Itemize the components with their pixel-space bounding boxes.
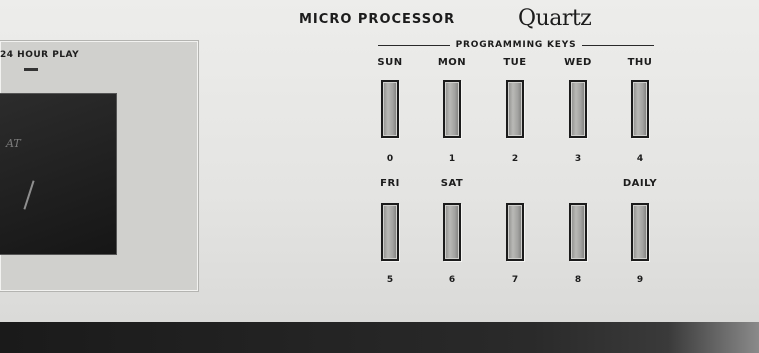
key-number-7: 7	[511, 275, 519, 285]
subheading-rule-right	[582, 44, 655, 46]
key-0-button[interactable]	[381, 80, 399, 138]
display-label: 24 HOUR PLAY	[0, 50, 80, 60]
key-label-wed: WED	[564, 57, 592, 68]
keys-subheading: PROGRAMMING KEYS	[378, 38, 655, 52]
key-number-6: 6	[448, 275, 456, 285]
key-label-sun: SUN	[377, 57, 403, 68]
key-number-3: 3	[574, 154, 582, 164]
bottom-edge	[0, 322, 759, 353]
subheading-text: PROGRAMMING KEYS	[455, 40, 577, 50]
key-number-5: 5	[386, 275, 394, 285]
key-7-button[interactable]	[506, 203, 524, 261]
key-label-fri: FRI	[380, 178, 400, 189]
key-label-thu: THU	[627, 57, 653, 68]
key-8-button[interactable]	[569, 203, 587, 261]
key-label-daily: DAILY	[622, 178, 658, 189]
key-label-mon: MON	[437, 57, 467, 68]
brand-logo: Quartz	[518, 6, 592, 31]
key-4-button[interactable]	[631, 80, 649, 138]
key-label-tue: TUE	[503, 57, 527, 68]
key-9-button[interactable]	[631, 203, 649, 261]
screen-text: AT	[6, 137, 21, 150]
key-number-0: 0	[386, 154, 394, 164]
key-5-button[interactable]	[381, 203, 399, 261]
indicator-mark	[24, 68, 38, 71]
key-6-button[interactable]	[443, 203, 461, 261]
key-2-button[interactable]	[506, 80, 524, 138]
subheading-rule-left	[378, 44, 450, 46]
key-number-1: 1	[448, 154, 456, 164]
display-screen: AT	[0, 93, 117, 255]
key-number-8: 8	[574, 275, 582, 285]
key-number-2: 2	[511, 154, 519, 164]
key-number-9: 9	[636, 275, 644, 285]
key-number-4: 4	[636, 154, 644, 164]
key-3-button[interactable]	[569, 80, 587, 138]
key-1-button[interactable]	[443, 80, 461, 138]
key-label-sat: SAT	[440, 178, 464, 189]
panel-title: MICRO PROCESSOR	[299, 12, 456, 27]
